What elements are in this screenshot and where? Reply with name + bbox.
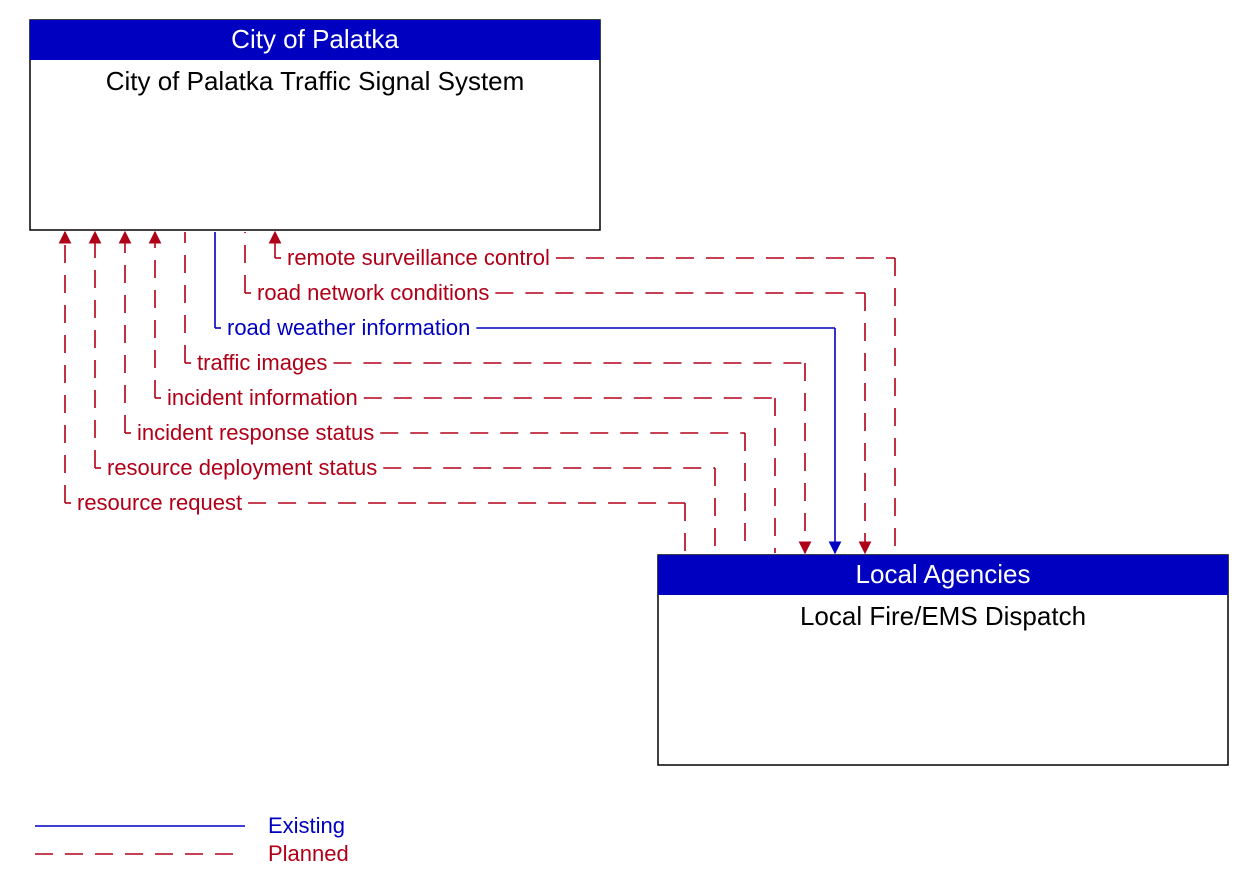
box-local-agencies: Local Agencies Local Fire/EMS Dispatch: [658, 555, 1228, 765]
box-b-body: Local Fire/EMS Dispatch: [800, 601, 1086, 631]
flow-label: resource request: [77, 490, 242, 515]
box-a-header: City of Palatka: [231, 24, 399, 54]
flow-label: road weather information: [227, 315, 470, 340]
box-a-body: City of Palatka Traffic Signal System: [106, 66, 525, 96]
flow-label: incident response status: [137, 420, 374, 445]
flow-label: traffic images: [197, 350, 327, 375]
legend-label-existing: Existing: [268, 813, 345, 838]
flow-label: resource deployment status: [107, 455, 377, 480]
box-b-header: Local Agencies: [856, 559, 1031, 589]
flows: remote surveillance control road network …: [65, 232, 895, 553]
flow-label: remote surveillance control: [287, 245, 550, 270]
flow-label: incident information: [167, 385, 358, 410]
architecture-diagram: City of Palatka City of Palatka Traffic …: [0, 0, 1252, 896]
legend: Existing Planned: [35, 813, 349, 866]
flow-label: road network conditions: [257, 280, 489, 305]
legend-label-planned: Planned: [268, 841, 349, 866]
box-city-of-palatka: City of Palatka City of Palatka Traffic …: [30, 20, 600, 230]
